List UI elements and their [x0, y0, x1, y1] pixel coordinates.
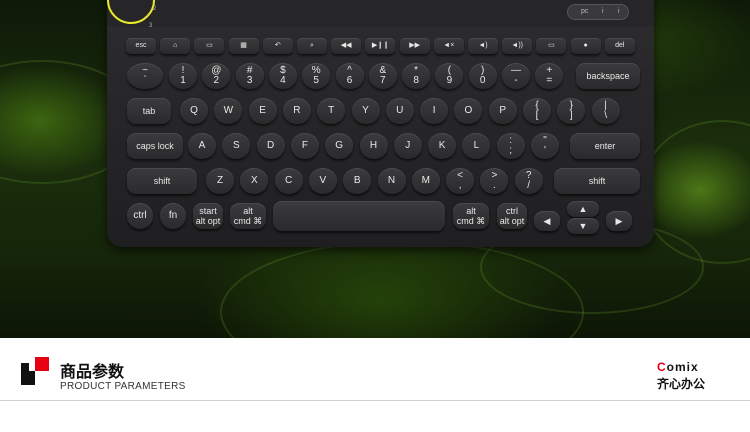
key-number[interactable]: # 3: [235, 63, 264, 89]
menu-key[interactable]: ▦: [228, 38, 259, 54]
back-key[interactable]: ↶: [262, 38, 293, 54]
home-key[interactable]: ⌂: [160, 38, 191, 54]
key-letter[interactable]: > .: [480, 168, 509, 194]
section-title-cn: 商品参数: [60, 364, 125, 381]
key-letter[interactable]: | \: [591, 98, 620, 124]
toggle-i-label: i: [602, 8, 604, 15]
key-number[interactable]: * 8: [402, 63, 431, 89]
search-key[interactable]: ⌕: [297, 38, 327, 54]
toggle-i2-label: i: [618, 8, 620, 15]
play-pause-key[interactable]: ▶❙❙: [365, 38, 396, 54]
esc-key[interactable]: esc: [126, 38, 156, 54]
divider: [0, 400, 750, 401]
prev-track-key[interactable]: ◀◀: [331, 38, 362, 54]
volume-down-key[interactable]: ◄): [468, 38, 498, 54]
keyboard: 2 3 pc i i esc ⌂ ▭ ▦ ↶ ⌕ ◀◀ ▶❙❙ ▶▶ ◄× ◄) ◄)) ▭ ● del ~ …: [107, 0, 654, 247]
key-letter[interactable]: V: [308, 168, 337, 194]
key-letter[interactable]: R: [282, 98, 311, 124]
key-letter[interactable]: J: [393, 133, 422, 159]
del-key[interactable]: del: [604, 38, 635, 54]
toggle-pc-label: pc: [581, 8, 589, 15]
arrow-left-key[interactable]: ◀: [534, 211, 560, 231]
tab-key[interactable]: tab: [127, 98, 171, 124]
left-ctrl-key[interactable]: ctrl: [127, 203, 153, 229]
left-alt-key[interactable]: alt cmd ⌘: [230, 203, 266, 229]
key-number[interactable]: ) 0: [468, 63, 497, 89]
brand-logo-en: Comix: [657, 360, 699, 374]
spacebar[interactable]: [273, 201, 445, 231]
start-key[interactable]: start alt opt: [193, 203, 223, 229]
key-number[interactable]: & 7: [368, 63, 397, 89]
key-number[interactable]: + =: [535, 63, 564, 89]
screen-key[interactable]: ▭: [536, 38, 567, 54]
key-number[interactable]: ! 1: [169, 63, 197, 89]
key-letter[interactable]: B: [343, 168, 372, 194]
key-letter[interactable]: U: [385, 98, 414, 124]
key-letter[interactable]: P: [488, 98, 517, 124]
key-letter[interactable]: } ]: [557, 98, 586, 124]
right-shift-key[interactable]: shift: [554, 168, 640, 194]
next-track-key[interactable]: ▶▶: [399, 38, 430, 54]
backspace-key[interactable]: backspace: [576, 63, 640, 89]
left-shift-key[interactable]: shift: [127, 168, 197, 194]
os-toggle-switch[interactable]: pc i i: [567, 4, 629, 20]
section-logo-icon: [21, 357, 49, 385]
key-letter[interactable]: Z: [206, 168, 234, 194]
key-letter[interactable]: A: [188, 133, 216, 159]
channel-3-label: 3: [149, 23, 153, 29]
key-letter[interactable]: O: [454, 98, 483, 124]
right-alt-key[interactable]: alt cmd ⌘: [453, 203, 489, 229]
camera-key[interactable]: ●: [570, 38, 601, 54]
enter-key[interactable]: enter: [570, 133, 640, 159]
section-title-en: PRODUCT PARAMETERS: [60, 381, 186, 392]
key-letter[interactable]: D: [256, 133, 285, 159]
key-letter[interactable]: G: [325, 133, 354, 159]
caps-lock-key[interactable]: caps lock: [127, 133, 183, 159]
key-letter[interactable]: T: [317, 98, 346, 124]
key-backtick[interactable]: ~ `: [127, 63, 163, 89]
key-letter[interactable]: E: [248, 98, 277, 124]
key-letter[interactable]: X: [240, 168, 269, 194]
key-letter[interactable]: S: [222, 133, 251, 159]
channel-2-label: 2: [153, 6, 157, 12]
key-letter[interactable]: { [: [523, 98, 551, 124]
key-number[interactable]: ^ 6: [335, 63, 364, 89]
brand-logo-cn: 齐心办公: [657, 377, 706, 391]
key-number[interactable]: $ 4: [268, 63, 297, 89]
key-letter[interactable]: ? /: [514, 168, 543, 194]
key-letter[interactable]: C: [274, 168, 303, 194]
mute-key[interactable]: ◄×: [433, 38, 464, 54]
key-letter[interactable]: H: [359, 133, 388, 159]
key-letter[interactable]: W: [214, 98, 243, 124]
right-ctrl-key[interactable]: ctrl alt opt: [497, 203, 527, 229]
window-key[interactable]: ▭: [194, 38, 225, 54]
key-number[interactable]: @ 2: [202, 63, 231, 89]
product-banner: 2 3 pc i i esc ⌂ ▭ ▦ ↶ ⌕ ◀◀ ▶❙❙ ▶▶ ◄× ◄) ◄)) ▭ ● del ~ …: [0, 0, 750, 338]
key-number[interactable]: ( 9: [435, 63, 464, 89]
key-letter[interactable]: < ,: [446, 168, 475, 194]
key-letter[interactable]: N: [377, 168, 406, 194]
key-letter[interactable]: I: [420, 98, 449, 124]
key-letter[interactable]: L: [462, 133, 491, 159]
key-letter[interactable]: : ;: [496, 133, 525, 159]
key-letter[interactable]: F: [290, 133, 319, 159]
key-letter[interactable]: Q: [180, 98, 208, 124]
arrow-right-key[interactable]: ▶: [606, 211, 632, 231]
key-letter[interactable]: Y: [351, 98, 380, 124]
key-number[interactable]: % 5: [302, 63, 331, 89]
volume-up-key[interactable]: ◄)): [502, 38, 533, 54]
key-letter[interactable]: " ': [531, 133, 559, 159]
fn-key[interactable]: fn: [160, 203, 186, 229]
key-number[interactable]: — -: [502, 63, 530, 89]
key-letter[interactable]: M: [411, 168, 440, 194]
arrow-up-key[interactable]: ▲: [567, 201, 599, 217]
key-letter[interactable]: K: [428, 133, 457, 159]
arrow-down-key[interactable]: ▼: [567, 218, 599, 234]
